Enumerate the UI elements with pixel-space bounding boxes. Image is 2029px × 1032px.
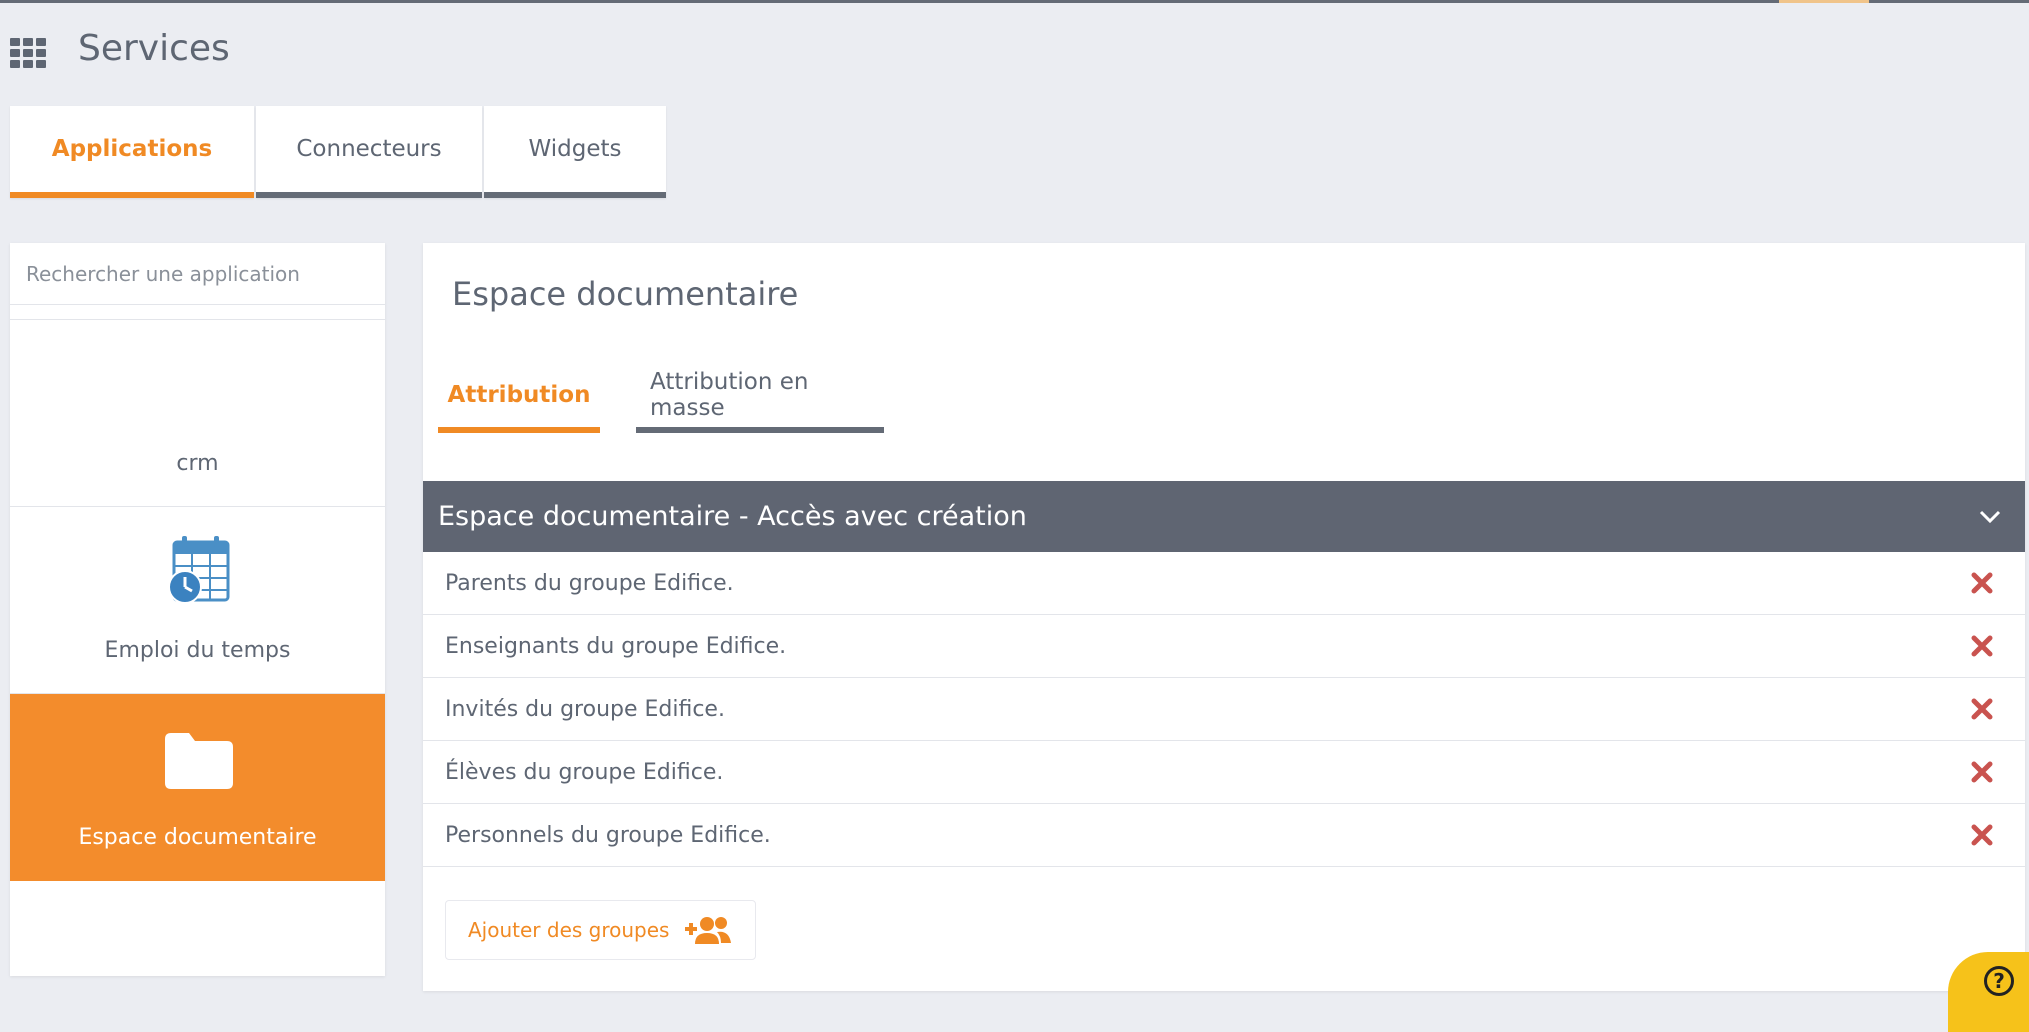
group-name: Invités du groupe Edifice. xyxy=(445,696,725,722)
sidebar-item-label: crm xyxy=(176,451,219,476)
grid-icon[interactable] xyxy=(10,38,46,68)
app-sidebar: crm Emploi du temps Espace documentaire xyxy=(10,243,385,976)
sidebar-item-emploi-du-temps[interactable]: Emploi du temps xyxy=(10,507,385,694)
list-item: Parents du groupe Edifice. xyxy=(423,552,2025,615)
sidebar-item-label: Emploi du temps xyxy=(104,638,291,663)
panel-title: Espace documentaire xyxy=(452,275,799,313)
remove-icon[interactable] xyxy=(1969,633,1995,659)
tab-connecteurs[interactable]: Connecteurs xyxy=(256,106,482,198)
remove-icon[interactable] xyxy=(1969,822,1995,848)
group-name: Enseignants du groupe Edifice. xyxy=(445,633,787,659)
search-input[interactable] xyxy=(10,243,385,305)
sub-tabs: Attribution Attribution en masse xyxy=(438,363,884,433)
sidebar-item-crm[interactable]: crm xyxy=(10,320,385,507)
tab-applications[interactable]: Applications xyxy=(10,106,254,198)
question-icon: ? xyxy=(1984,966,2014,996)
app-detail-panel: Espace documentaire Attribution Attribut… xyxy=(423,243,2025,991)
top-border-accent xyxy=(1779,0,1869,3)
add-groups-button[interactable]: Ajouter des groupes xyxy=(445,900,757,960)
group-list: Parents du groupe Edifice. Enseignants d… xyxy=(423,552,2025,867)
chevron-down-icon[interactable] xyxy=(1979,510,2001,524)
add-groups-label: Ajouter des groupes xyxy=(468,918,670,942)
sidebar-item-label: Espace documentaire xyxy=(78,825,317,850)
remove-icon[interactable] xyxy=(1969,759,1995,785)
folder-icon xyxy=(164,733,233,789)
add-users-icon xyxy=(685,917,732,944)
list-divider xyxy=(10,305,385,320)
accordion-title: Espace documentaire - Accès avec créatio… xyxy=(438,501,1027,532)
tab-widgets[interactable]: Widgets xyxy=(484,106,666,198)
list-item: Invités du groupe Edifice. xyxy=(423,678,2025,741)
remove-icon[interactable] xyxy=(1969,696,1995,722)
sidebar-item-espace-documentaire[interactable]: Espace documentaire xyxy=(10,694,385,881)
group-name: Parents du groupe Edifice. xyxy=(445,570,734,596)
page-title: Services xyxy=(78,28,230,69)
list-item: Élèves du groupe Edifice. xyxy=(423,741,2025,804)
tab-attribution[interactable]: Attribution xyxy=(438,363,600,433)
top-border xyxy=(0,0,2029,3)
top-tabs: Applications Connecteurs Widgets xyxy=(10,106,666,198)
remove-icon[interactable] xyxy=(1969,570,1995,596)
help-button[interactable]: ? xyxy=(1948,952,2029,1032)
tab-attribution-en-masse[interactable]: Attribution en masse xyxy=(636,363,884,433)
calendar-clock-icon xyxy=(167,536,229,604)
list-item: Personnels du groupe Edifice. xyxy=(423,804,2025,867)
list-item: Enseignants du groupe Edifice. xyxy=(423,615,2025,678)
accordion-header[interactable]: Espace documentaire - Accès avec créatio… xyxy=(423,481,2025,552)
group-name: Personnels du groupe Edifice. xyxy=(445,822,771,848)
group-name: Élèves du groupe Edifice. xyxy=(445,759,724,785)
